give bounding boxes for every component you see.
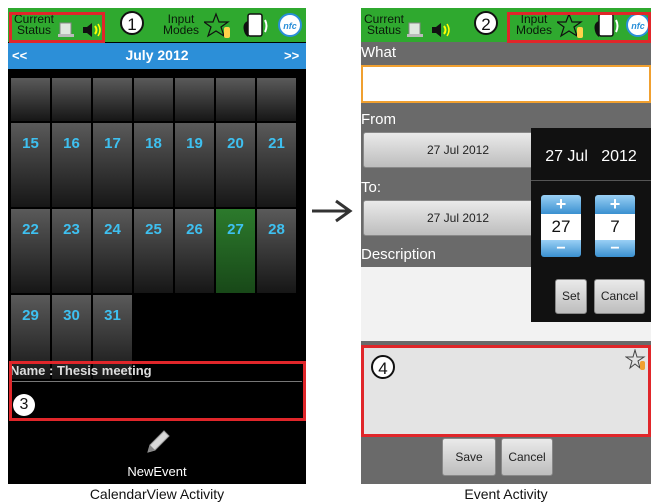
what-input[interactable]: [361, 65, 651, 103]
calendar-day-number: 18: [145, 135, 162, 152]
calendar-day-cell[interactable]: 20: [216, 123, 255, 207]
calendar-day-number: 25: [145, 221, 162, 238]
marker-3: 3: [13, 394, 35, 416]
month-increment-button[interactable]: +: [595, 195, 635, 214]
arrow-right-icon: [310, 196, 354, 231]
calendar-day-number: 31: [104, 307, 121, 324]
calendar-day-number: 17: [104, 135, 121, 152]
calendar-day-cell[interactable]: 21: [257, 123, 296, 207]
calendar-day-number: 16: [63, 135, 80, 152]
calendar-view-caption: CalendarView Activity: [89, 486, 225, 502]
input-modes-highlight: [507, 12, 651, 43]
day-decrement-button[interactable]: −: [541, 240, 581, 257]
calendar-day-cell[interactable]: [93, 78, 132, 121]
calendar-day-number: 27: [227, 221, 244, 238]
calendar-day-cell[interactable]: 16: [52, 123, 91, 207]
event-activity-caption: Event Activity: [464, 486, 548, 502]
calendar-day-cell[interactable]: 24: [93, 209, 132, 293]
save-button[interactable]: Save: [442, 438, 496, 476]
calendar-day-cell[interactable]: [216, 78, 255, 121]
calendar-day-number: 15: [22, 135, 39, 152]
calendar-day-cell[interactable]: 18: [134, 123, 173, 207]
date-picker-header: 27 Jul 2012: [545, 148, 637, 165]
event-detail-panel[interactable]: [9, 361, 306, 421]
to-date-button[interactable]: 27 Jul 2012: [363, 200, 553, 236]
calendar-day-number: 22: [22, 221, 39, 238]
calendar-day-cell[interactable]: 23: [52, 209, 91, 293]
date-picker-divider: [531, 180, 651, 181]
month-value[interactable]: 7: [595, 214, 635, 240]
gesture-area-highlight: [361, 345, 651, 437]
calendar-day-number: 23: [63, 221, 80, 238]
picker-cancel-button[interactable]: Cancel: [594, 279, 645, 314]
day-value[interactable]: 27: [541, 214, 581, 240]
calendar-day-number: 30: [63, 307, 80, 324]
calendar-day-cell[interactable]: 28: [257, 209, 296, 293]
speaker-icon: [431, 21, 451, 44]
event-screen: Current Status 2 Input Modes nfc What Fr…: [361, 8, 651, 484]
marker-4: 4: [371, 355, 395, 379]
current-status-label: Current Status: [363, 12, 404, 37]
calendar-day-cell[interactable]: 15: [11, 123, 50, 207]
calendar-day-cell[interactable]: [11, 78, 50, 121]
calendar-day-number: 29: [22, 307, 39, 324]
description-label: Description: [361, 246, 437, 263]
calendar-day-cell[interactable]: [175, 78, 214, 121]
calendar-day-number: 19: [186, 135, 203, 152]
calendar-view-screen: Current Status 1 Input Modes nfc << July…: [8, 8, 306, 484]
calendar-day-number: 28: [268, 221, 285, 238]
star-gesture-icon: [624, 348, 649, 378]
calendar-day-cell[interactable]: [52, 78, 91, 121]
pencil-icon[interactable]: [144, 428, 172, 461]
calendar-day-cell[interactable]: 25: [134, 209, 173, 293]
calendar-day-cell[interactable]: 17: [93, 123, 132, 207]
calendar-day-cell[interactable]: 27: [216, 209, 255, 293]
from-date-button[interactable]: 27 Jul 2012: [363, 132, 553, 168]
day-increment-button[interactable]: +: [541, 195, 581, 214]
calendar-day-number: 20: [227, 135, 244, 152]
picker-set-button[interactable]: Set: [555, 279, 587, 314]
calendar-day-number: 21: [268, 135, 285, 152]
calendar-day-number: 26: [186, 221, 203, 238]
month-decrement-button[interactable]: −: [595, 240, 635, 257]
phone-icon: [407, 22, 423, 43]
to-label: To:: [361, 179, 382, 196]
event-panel-divider: [12, 381, 302, 382]
what-label: What: [361, 44, 397, 61]
calendar-day-cell[interactable]: [134, 78, 173, 121]
calendar-day-cell[interactable]: [257, 78, 296, 121]
from-label: From: [361, 111, 396, 128]
cancel-button[interactable]: Cancel: [501, 438, 553, 476]
calendar-day-number: 24: [104, 221, 121, 238]
calendar-day-cell[interactable]: 26: [175, 209, 214, 293]
calendar-day-cell[interactable]: 19: [175, 123, 214, 207]
calendar-day-cell[interactable]: 22: [11, 209, 50, 293]
marker-2: 2: [474, 11, 498, 35]
new-event-button[interactable]: NewEvent: [8, 464, 306, 479]
